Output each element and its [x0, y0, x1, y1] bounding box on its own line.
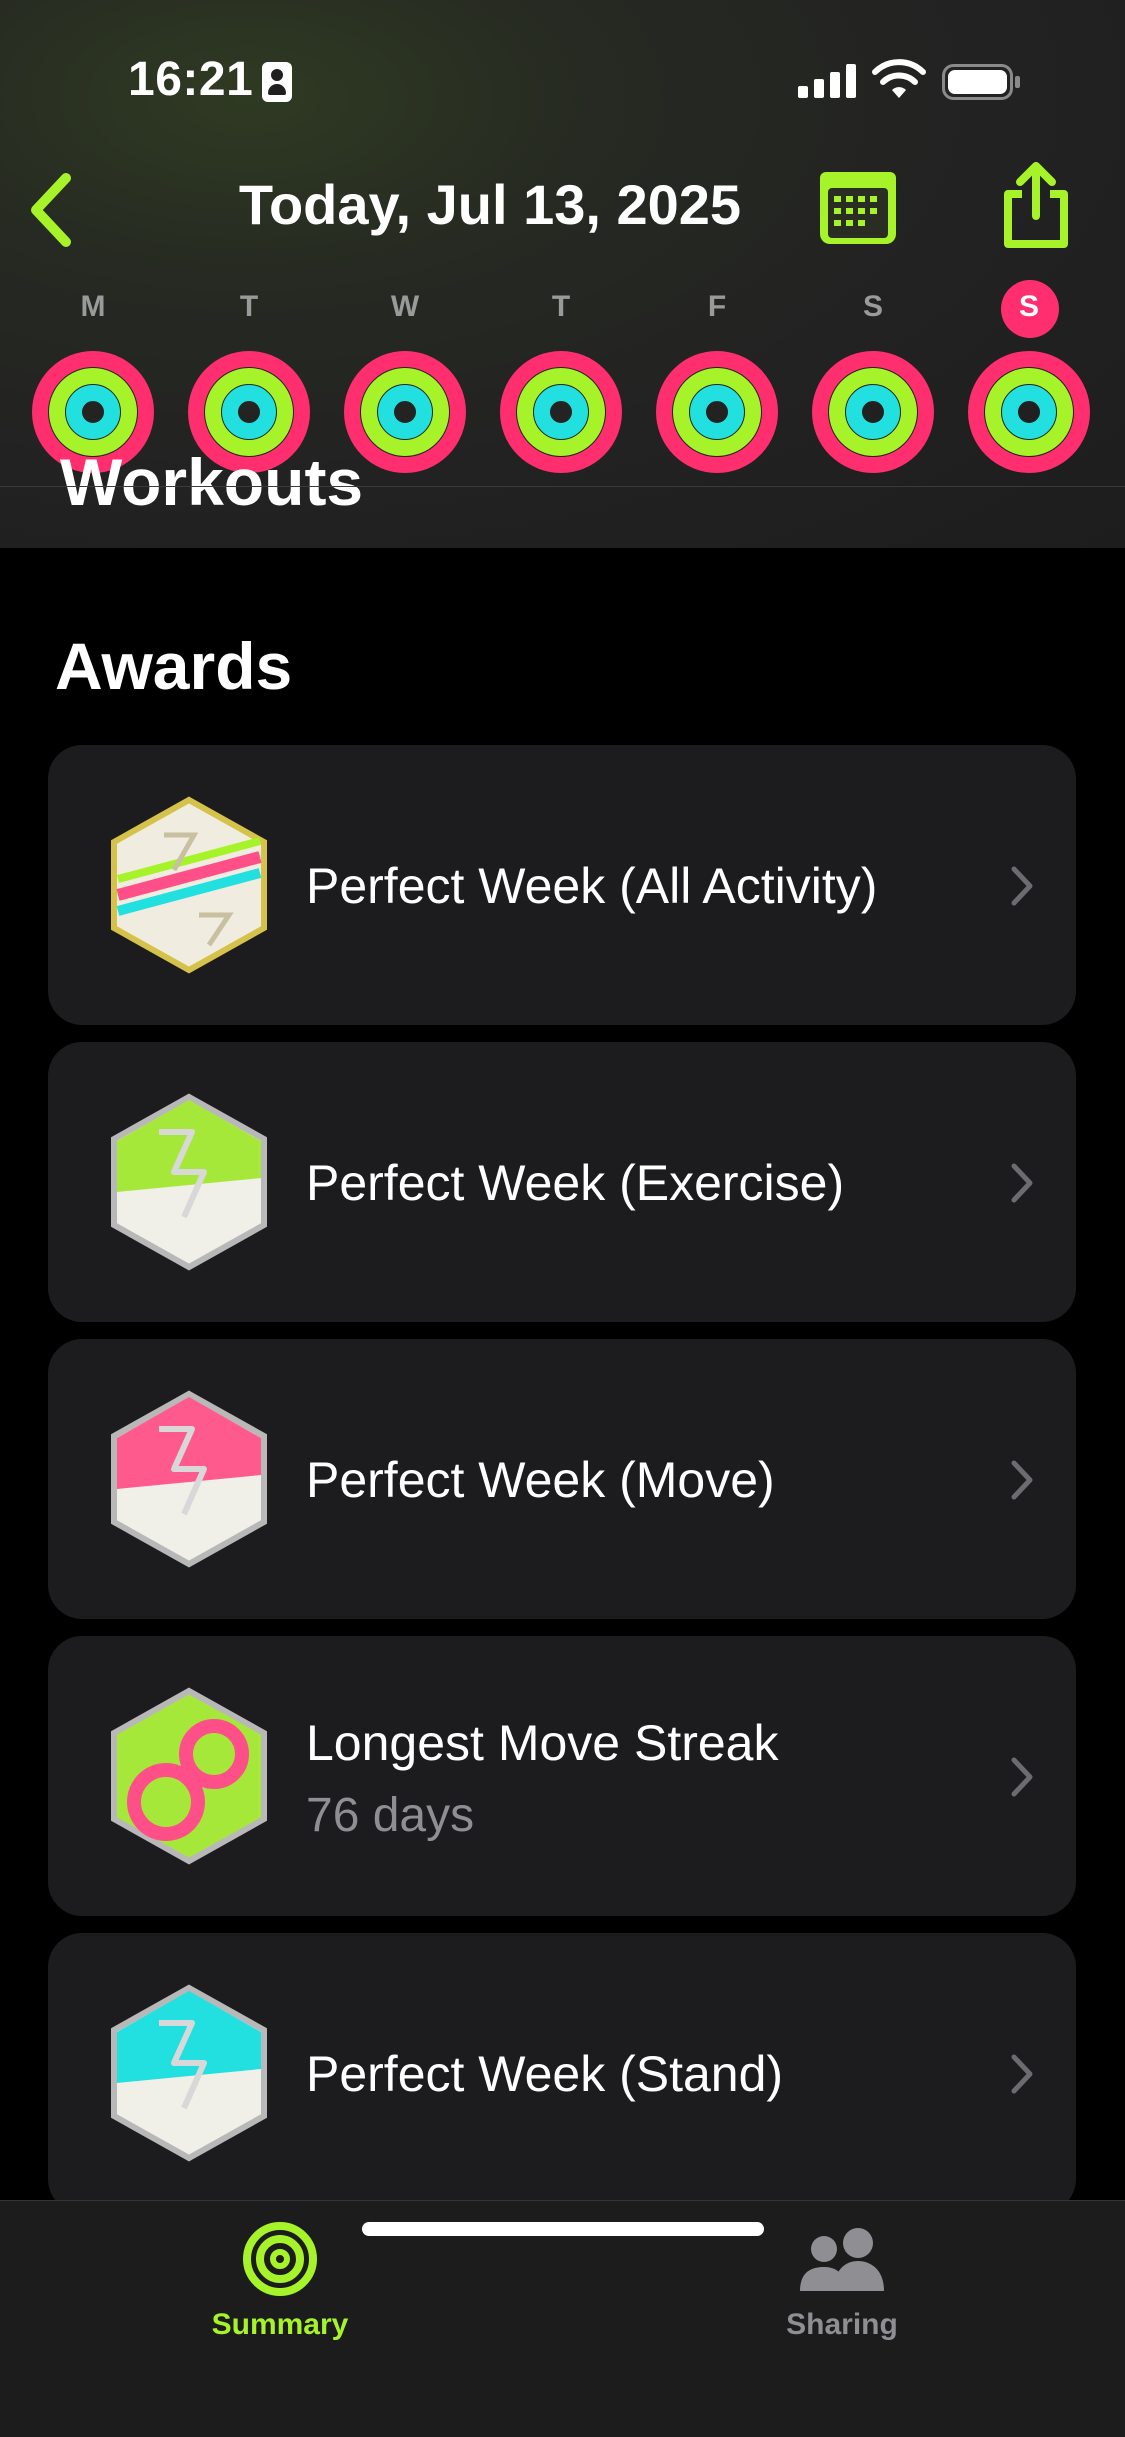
- award-card-longest-move-streak[interactable]: Longest Move Streak 76 days: [48, 1636, 1076, 1916]
- chevron-right-icon: [1011, 866, 1033, 906]
- award-card-perfect-week-all-activity[interactable]: Perfect Week (All Activity): [48, 745, 1076, 1025]
- header: 16:21 Today, Jul 13, 2025 M T W T F S S …: [0, 0, 1125, 548]
- chevron-right-icon: [1011, 1757, 1033, 1797]
- day-label-friday[interactable]: F: [657, 290, 777, 324]
- activity-rings-friday[interactable]: [655, 350, 779, 474]
- tab-sharing[interactable]: Sharing: [692, 2221, 992, 2342]
- workouts-section-title: Workouts: [60, 445, 364, 519]
- cellular-signal-icon: [798, 64, 856, 98]
- header-divider: [0, 486, 1125, 487]
- perfect-week-stand-badge-icon: [111, 1984, 267, 2162]
- wifi-icon: [872, 59, 926, 98]
- tab-summary[interactable]: Summary: [130, 2221, 430, 2342]
- status-time: 16:21: [128, 53, 254, 106]
- award-card-perfect-week-move[interactable]: Perfect Week (Move): [48, 1339, 1076, 1619]
- day-label-thursday[interactable]: T: [501, 290, 621, 324]
- perfect-week-exercise-badge-icon: [111, 1093, 267, 1271]
- award-title: Perfect Week (Stand): [306, 2046, 784, 2102]
- award-title: Longest Move Streak: [306, 1715, 779, 1771]
- perfect-week-move-badge-icon: [111, 1390, 267, 1568]
- day-label-sunday-today[interactable]: S: [969, 280, 1089, 338]
- award-title: Perfect Week (All Activity): [306, 858, 878, 914]
- home-indicator: [362, 2222, 764, 2236]
- activity-rings-saturday[interactable]: [811, 350, 935, 474]
- activity-rings-icon: [243, 2222, 317, 2296]
- calendar-icon[interactable]: [818, 170, 898, 246]
- perfect-week-all-activity-badge-icon: [111, 796, 267, 974]
- award-subtitle: 76 days: [306, 1789, 475, 1842]
- contact-card-icon: [262, 62, 292, 102]
- chevron-right-icon: [1011, 1163, 1033, 1203]
- day-label-monday[interactable]: M: [33, 290, 153, 324]
- share-icon[interactable]: [996, 160, 1076, 250]
- day-label-tuesday[interactable]: T: [189, 290, 309, 324]
- chevron-right-icon: [1011, 2054, 1033, 2094]
- day-letter: S: [1018, 290, 1039, 323]
- day-label-wednesday[interactable]: W: [345, 290, 465, 324]
- award-card-perfect-week-stand[interactable]: Perfect Week (Stand): [48, 1933, 1076, 2213]
- activity-rings-sunday[interactable]: [967, 350, 1091, 474]
- battery-icon: [942, 64, 1020, 100]
- award-title: Perfect Week (Exercise): [306, 1155, 845, 1211]
- tab-label: Summary: [211, 2308, 349, 2341]
- day-label-saturday[interactable]: S: [813, 290, 933, 324]
- award-card-perfect-week-exercise[interactable]: Perfect Week (Exercise): [48, 1042, 1076, 1322]
- activity-rings-thursday[interactable]: [499, 350, 623, 474]
- people-icon: [800, 2228, 884, 2291]
- chevron-right-icon: [1011, 1460, 1033, 1500]
- tab-label: Sharing: [786, 2308, 898, 2341]
- longest-move-streak-badge-icon: [111, 1687, 267, 1865]
- award-title: Perfect Week (Move): [306, 1452, 775, 1508]
- awards-section-title: Awards: [55, 629, 293, 703]
